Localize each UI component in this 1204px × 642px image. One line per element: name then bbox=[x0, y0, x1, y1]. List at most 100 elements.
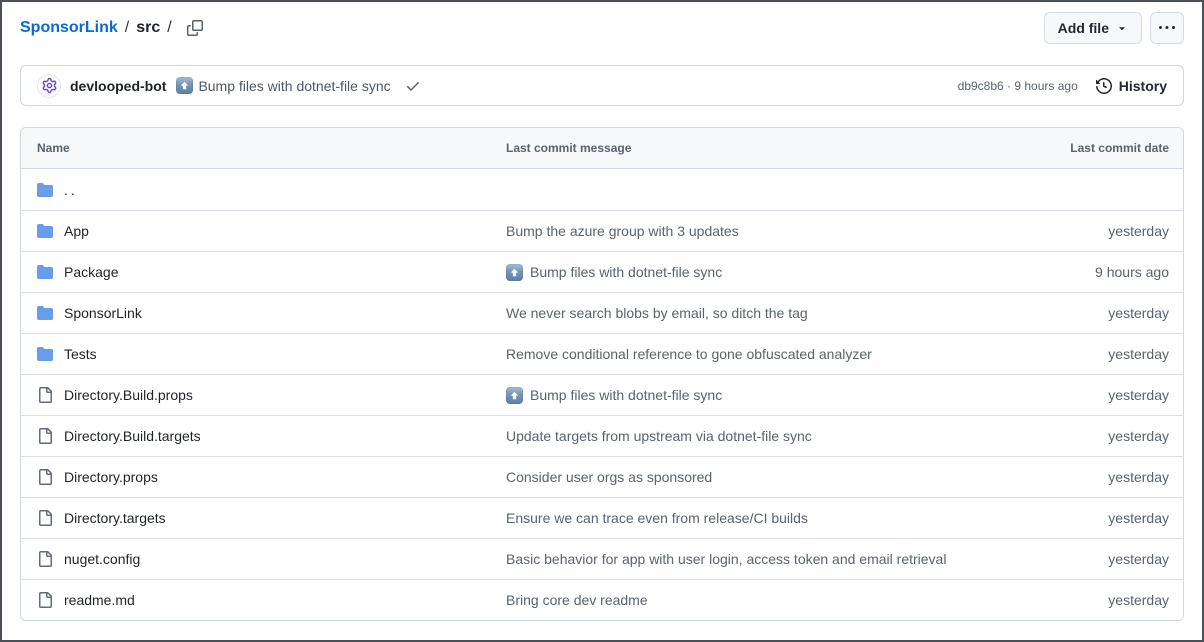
commit-author-link[interactable]: devlooped-bot bbox=[70, 78, 166, 94]
header-name: Name bbox=[37, 141, 506, 155]
commit-date-cell: yesterday bbox=[1009, 346, 1169, 362]
name-cell: .. bbox=[37, 182, 506, 198]
add-file-label: Add file bbox=[1058, 20, 1109, 36]
file-table: Name Last commit message Last commit dat… bbox=[20, 127, 1184, 621]
file-icon bbox=[37, 592, 53, 608]
folder-icon bbox=[37, 264, 53, 280]
folder-icon bbox=[37, 223, 53, 239]
name-cell: Directory.Build.targets bbox=[37, 428, 506, 444]
file-icon bbox=[37, 428, 53, 444]
checks-status-button[interactable] bbox=[405, 78, 421, 94]
row-commit-message-link[interactable]: Consider user orgs as sponsored bbox=[506, 469, 712, 485]
more-options-button[interactable] bbox=[1150, 12, 1184, 44]
name-cell: Package bbox=[37, 264, 506, 280]
file-name-link[interactable]: Directory.Build.props bbox=[64, 387, 193, 403]
header-last-commit-message: Last commit message bbox=[506, 141, 1009, 155]
commit-message-cell: We never search blobs by email, so ditch… bbox=[506, 305, 1009, 321]
table-row[interactable]: App Bump the azure group with 3 updates … bbox=[21, 210, 1183, 251]
commit-message-cell: Basic behavior for app with user login, … bbox=[506, 551, 1009, 567]
file-name-link[interactable]: .. bbox=[64, 182, 78, 198]
table-row[interactable]: Directory.Build.props Bump files with do… bbox=[21, 374, 1183, 415]
table-row[interactable]: SponsorLink We never search blobs by ema… bbox=[21, 292, 1183, 333]
row-commit-message-link[interactable]: Basic behavior for app with user login, … bbox=[506, 551, 946, 567]
row-commit-message-link[interactable]: Bump the azure group with 3 updates bbox=[506, 223, 739, 239]
commit-message-cell: Bump files with dotnet-file sync bbox=[506, 387, 1009, 404]
file-name-link[interactable]: Tests bbox=[64, 346, 97, 362]
commit-message-cell: Bring core dev readme bbox=[506, 592, 1009, 608]
row-commit-message-link[interactable]: Bump files with dotnet-file sync bbox=[530, 387, 722, 403]
history-link[interactable]: History bbox=[1096, 78, 1167, 94]
history-label: History bbox=[1119, 78, 1167, 94]
commit-date-cell: yesterday bbox=[1009, 223, 1169, 239]
commit-date-cell: yesterday bbox=[1009, 305, 1169, 321]
file-icon bbox=[37, 551, 53, 567]
up-arrow-emoji-icon bbox=[506, 387, 523, 404]
gear-icon bbox=[42, 78, 57, 93]
file-table-header: Name Last commit message Last commit dat… bbox=[21, 128, 1183, 169]
file-name-link[interactable]: Package bbox=[64, 264, 118, 280]
breadcrumb-separator: / bbox=[125, 19, 129, 37]
name-cell: App bbox=[37, 223, 506, 239]
name-cell: nuget.config bbox=[37, 551, 506, 567]
top-bar: SponsorLink / src / Add file bbox=[20, 10, 1184, 46]
file-name-link[interactable]: App bbox=[64, 223, 89, 239]
folder-icon bbox=[37, 346, 53, 362]
commit-time: 9 hours ago bbox=[1014, 79, 1077, 93]
row-commit-message-link[interactable]: Remove conditional reference to gone obf… bbox=[506, 346, 872, 362]
table-row[interactable]: Directory.props Consider user orgs as sp… bbox=[21, 456, 1183, 497]
add-file-button[interactable]: Add file bbox=[1044, 12, 1142, 44]
breadcrumb-separator: / bbox=[167, 19, 171, 37]
file-name-link[interactable]: Directory.targets bbox=[64, 510, 166, 526]
table-row[interactable]: Directory.targets Ensure we can trace ev… bbox=[21, 497, 1183, 538]
name-cell: Tests bbox=[37, 346, 506, 362]
file-icon bbox=[37, 510, 53, 526]
breadcrumb: SponsorLink / src / bbox=[20, 19, 203, 37]
file-name-link[interactable]: SponsorLink bbox=[64, 305, 142, 321]
repository-file-browser: SponsorLink / src / Add file devlooped-b… bbox=[0, 0, 1204, 642]
commit-message-cell: Remove conditional reference to gone obf… bbox=[506, 346, 1009, 362]
row-commit-message-link[interactable]: Bump files with dotnet-file sync bbox=[530, 264, 722, 280]
avatar[interactable] bbox=[37, 74, 61, 98]
table-row[interactable]: readme.md Bring core dev readme yesterda… bbox=[21, 579, 1183, 620]
commit-message-cell: Update targets from upstream via dotnet-… bbox=[506, 428, 1009, 444]
chevron-down-icon bbox=[1116, 22, 1128, 34]
kebab-horizontal-icon bbox=[1159, 20, 1175, 36]
file-name-link[interactable]: Directory.props bbox=[64, 469, 158, 485]
commit-date-cell: yesterday bbox=[1009, 592, 1169, 608]
file-rows: .. App Bump the azure group with 3 updat… bbox=[21, 169, 1183, 620]
table-row[interactable]: Tests Remove conditional reference to go… bbox=[21, 333, 1183, 374]
file-icon bbox=[37, 469, 53, 485]
table-row[interactable]: Package Bump files with dotnet-file sync… bbox=[21, 251, 1183, 292]
table-row[interactable]: nuget.config Basic behavior for app with… bbox=[21, 538, 1183, 579]
file-name-link[interactable]: readme.md bbox=[64, 592, 135, 608]
name-cell: Directory.Build.props bbox=[37, 387, 506, 403]
copy-path-button[interactable] bbox=[187, 20, 203, 36]
table-row[interactable]: .. bbox=[21, 169, 1183, 210]
latest-commit-bar: devlooped-bot Bump files with dotnet-fil… bbox=[20, 65, 1184, 106]
dot-separator: · bbox=[1007, 79, 1011, 93]
up-arrow-emoji-icon bbox=[506, 264, 523, 281]
table-row[interactable]: Directory.Build.targets Update targets f… bbox=[21, 415, 1183, 456]
commit-date-cell: 9 hours ago bbox=[1009, 264, 1169, 280]
row-commit-message-link[interactable]: Ensure we can trace even from release/CI… bbox=[506, 510, 808, 526]
file-name-link[interactable]: nuget.config bbox=[64, 551, 140, 567]
file-icon bbox=[37, 387, 53, 403]
breadcrumb-repo-link[interactable]: SponsorLink bbox=[20, 19, 118, 37]
commit-date-cell: yesterday bbox=[1009, 387, 1169, 403]
commit-message-cell: Ensure we can trace even from release/CI… bbox=[506, 510, 1009, 526]
row-commit-message-link[interactable]: Update targets from upstream via dotnet-… bbox=[506, 428, 812, 444]
commit-message-cell: Bump the azure group with 3 updates bbox=[506, 223, 1009, 239]
commit-date-cell: yesterday bbox=[1009, 428, 1169, 444]
folder-icon bbox=[37, 182, 53, 198]
check-icon bbox=[405, 78, 421, 94]
commit-date-cell: yesterday bbox=[1009, 510, 1169, 526]
up-arrow-emoji-icon bbox=[176, 77, 193, 94]
file-name-link[interactable]: Directory.Build.targets bbox=[64, 428, 201, 444]
row-commit-message-link[interactable]: Bring core dev readme bbox=[506, 592, 648, 608]
commit-message-link[interactable]: Bump files with dotnet-file sync bbox=[198, 78, 390, 94]
row-commit-message-link[interactable]: We never search blobs by email, so ditch… bbox=[506, 305, 808, 321]
commit-message-cell: Bump files with dotnet-file sync bbox=[506, 264, 1009, 281]
toolbar-actions: Add file bbox=[1044, 12, 1184, 44]
commit-sha-link[interactable]: db9c8b6 · 9 hours ago bbox=[958, 79, 1078, 93]
name-cell: SponsorLink bbox=[37, 305, 506, 321]
